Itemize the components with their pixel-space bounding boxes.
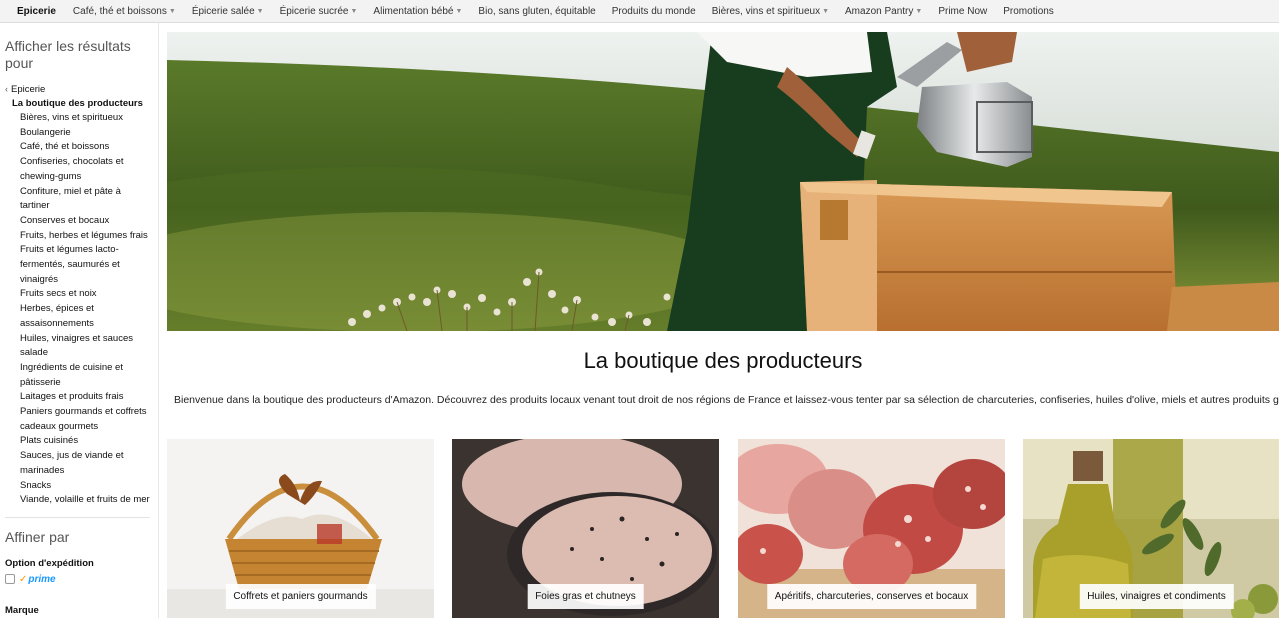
prime-logo-icon: ✓prime <box>19 573 56 585</box>
sidebar-category-item[interactable]: Confiseries, chocolats et chewing-gums <box>20 155 153 184</box>
nav-item-label: Bières, vins et spiritueux <box>711 5 821 17</box>
sidebar-category-list: Bières, vins et spiritueux Boulangerie C… <box>5 111 153 508</box>
nav-item-produits-du-monde[interactable]: Produits du monde <box>604 6 704 17</box>
hero-banner-image <box>167 32 1279 331</box>
sidebar-back-link[interactable]: ‹ Epicerie <box>5 82 153 97</box>
nav-item-label: Amazon Pantry <box>845 5 914 17</box>
nav-item-label: Bio, sans gluten, équitable <box>478 5 596 17</box>
nav-item-label: Promotions <box>1003 5 1054 17</box>
sidebar-category-item[interactable]: Sauces, jus de viande et marinades <box>20 449 153 478</box>
sidebar-category-item[interactable]: Paniers gourmands et coffrets cadeaux go… <box>20 405 153 434</box>
chevron-down-icon: ▼ <box>350 7 358 15</box>
tile-label: Coffrets et paniers gourmands <box>225 584 376 609</box>
sidebar-category-item[interactable]: Café, thé et boissons <box>20 140 153 155</box>
chevron-down-icon: ▼ <box>168 7 176 15</box>
prime-logo-text: prime <box>28 573 56 585</box>
refine-heading: Affiner par <box>5 528 70 545</box>
prime-checkbox[interactable] <box>5 574 15 585</box>
sidebar-category-item[interactable]: Fruits et légumes lacto-fermentés, saumu… <box>20 243 153 287</box>
chevron-down-icon: ▼ <box>256 7 264 15</box>
sidebar-category-item[interactable]: Confiture, miel et pâte à tartiner <box>20 185 153 214</box>
chevron-down-icon: ▼ <box>915 7 923 15</box>
sidebar-current-category: La boutique des producteurs <box>12 98 143 109</box>
nav-item-label: Café, thé et boissons <box>72 5 167 17</box>
page-title: La boutique des producteurs <box>583 348 863 373</box>
brand-heading: Marque <box>5 604 39 616</box>
nav-item-prime-now[interactable]: Prime Now <box>930 6 995 17</box>
prime-filter[interactable]: ✓prime <box>5 574 153 585</box>
shipping-option-heading: Option d'expédition <box>5 557 94 569</box>
intro-text: Bienvenue dans la boutique des producteu… <box>174 394 1279 406</box>
sidebar-category-item[interactable]: Herbes, épices et assaisonnements <box>20 302 153 331</box>
nav-item-label: Épicerie sucrée <box>279 5 349 17</box>
category-nav-bar: Epicerie Café, thé et boissons ▼ Épicerie… <box>0 0 1279 23</box>
nav-item-label: Prime Now <box>938 5 988 17</box>
nav-item-epicerie-sucree[interactable]: Épicerie sucrée ▼ <box>272 6 366 17</box>
sidebar-category-item[interactable]: Huiles, vinaigres et sauces salade <box>20 332 153 361</box>
nav-item-bio[interactable]: Bio, sans gluten, équitable <box>470 6 603 17</box>
sidebar-category-item[interactable]: Fruits, herbes et légumes frais <box>20 229 153 244</box>
chevron-left-icon: ‹ <box>5 84 8 94</box>
sidebar-category-item[interactable]: Ingrédients de cuisine et pâtisserie <box>20 361 153 390</box>
tile-label: Apéritifs, charcuteries, conserves et bo… <box>766 584 977 609</box>
sidebar-category-item[interactable]: Snacks <box>20 479 153 494</box>
category-tile-huiles[interactable]: Huiles, vinaigres et condiments <box>1023 439 1279 618</box>
nav-item-alimentation-bebe[interactable]: Alimentation bébé ▼ <box>365 6 470 17</box>
nav-item-promotions[interactable]: Promotions <box>995 6 1062 17</box>
left-sidebar: Afficher les résultats pour ‹ Epicerie L… <box>0 23 159 618</box>
chevron-down-icon: ▼ <box>455 7 463 15</box>
category-tile-foies-gras[interactable]: Foies gras et chutneys <box>452 439 719 618</box>
sidebar-category-item[interactable]: Bières, vins et spiritueux <box>20 111 153 126</box>
nav-item-bieres[interactable]: Bières, vins et spiritueux ▼ <box>704 6 837 17</box>
sidebar-category-item[interactable]: Fruits secs et noix <box>20 287 153 302</box>
tile-label: Foies gras et chutneys <box>527 584 644 609</box>
nav-item-label: Épicerie salée <box>191 5 255 17</box>
nav-brand-epicerie[interactable]: Epicerie <box>9 6 65 17</box>
main-content: La boutique des producteurs Bienvenue da… <box>167 23 1279 618</box>
nav-item-label: Alimentation bébé <box>373 5 454 17</box>
category-tile-coffrets[interactable]: Coffrets et paniers gourmands <box>167 439 434 618</box>
category-tile-aperitifs[interactable]: Apéritifs, charcuteries, conserves et bo… <box>738 439 1005 618</box>
sidebar-back-label: Epicerie <box>11 84 46 95</box>
sidebar-category-item[interactable]: Conserves et bocaux <box>20 214 153 229</box>
sidebar-category-item[interactable]: Laitages et produits frais <box>20 390 153 405</box>
sidebar-category-item[interactable]: Plats cuisinés <box>20 434 153 449</box>
sidebar-divider <box>5 516 150 518</box>
sidebar-category-item[interactable]: Boulangerie <box>20 126 153 141</box>
sidebar-category-item[interactable]: Viande, volaille et fruits de mer <box>20 493 153 508</box>
tile-label: Huiles, vinaigres et condiments <box>1079 584 1234 609</box>
nav-item-label: Produits du monde <box>611 5 696 17</box>
nav-item-cafe[interactable]: Café, thé et boissons ▼ <box>65 6 184 17</box>
chevron-down-icon: ▼ <box>822 7 830 15</box>
sidebar-heading: Afficher les résultats pour <box>5 38 131 71</box>
nav-item-epicerie-salee[interactable]: Épicerie salée ▼ <box>184 6 272 17</box>
nav-item-amazon-pantry[interactable]: Amazon Pantry ▼ <box>837 6 930 17</box>
